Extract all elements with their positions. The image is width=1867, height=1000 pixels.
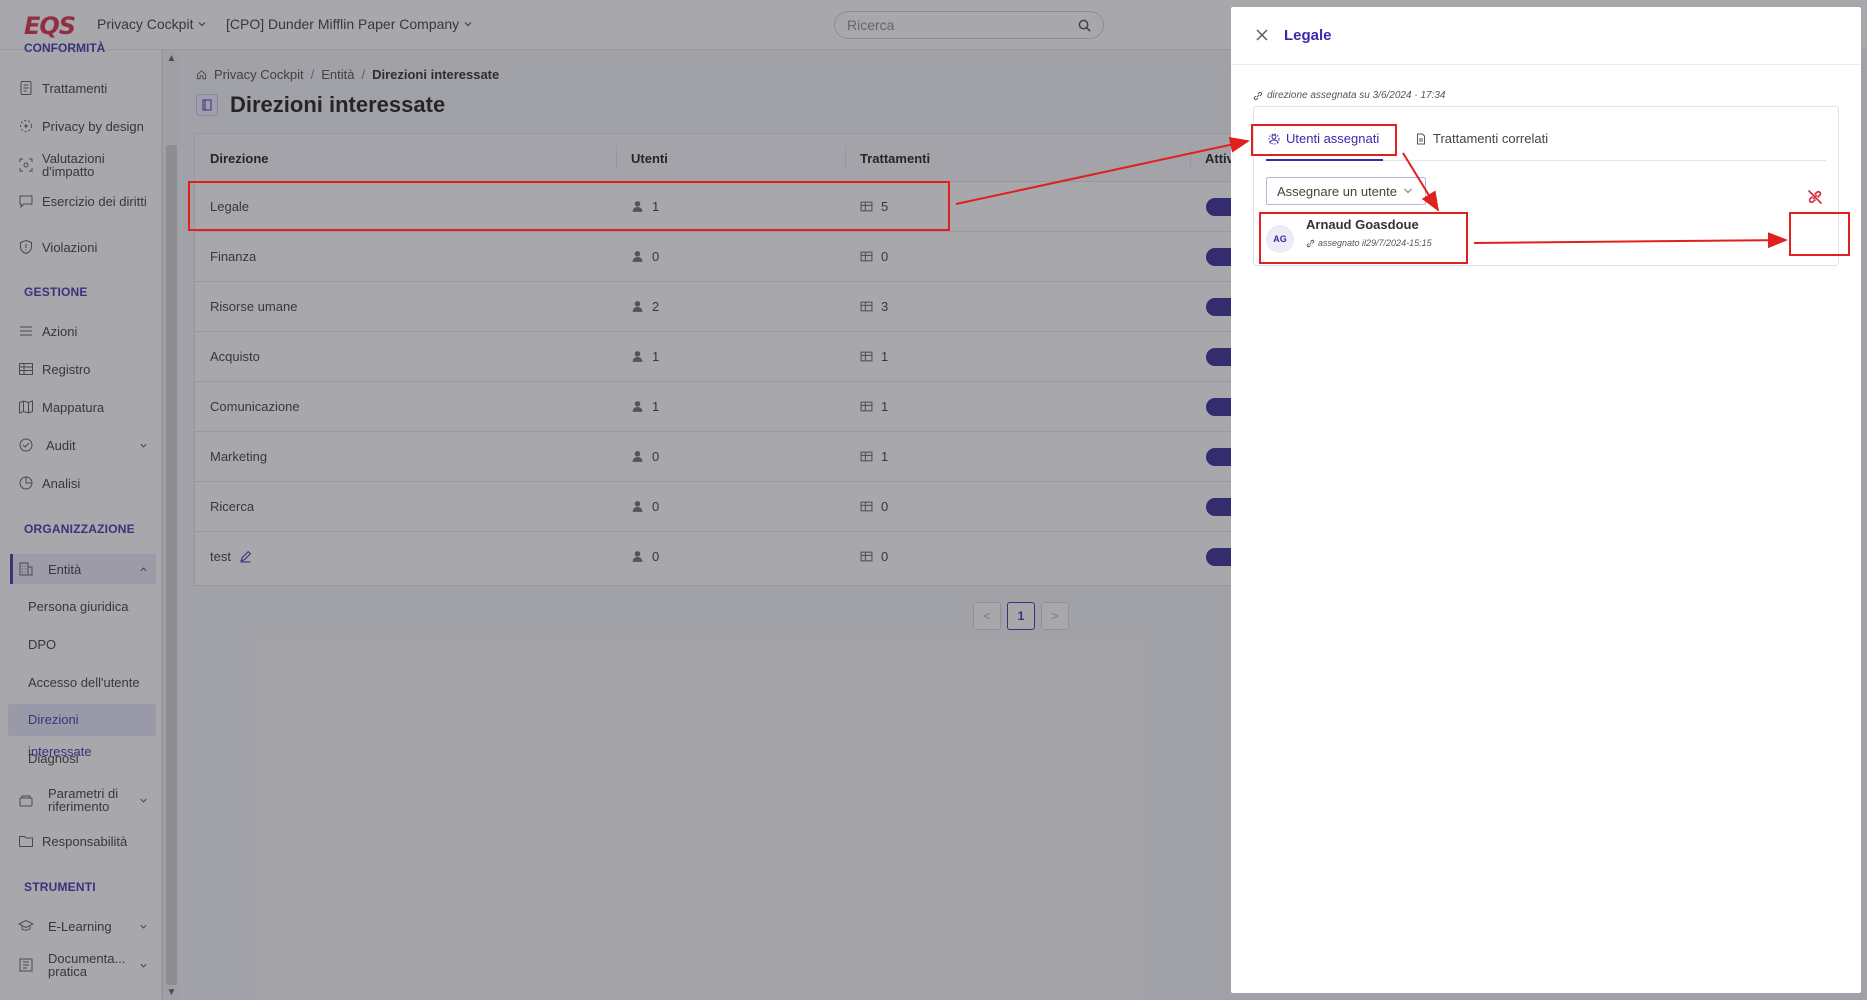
tab-label: Trattamenti correlati — [1433, 131, 1549, 146]
annotation-box-user — [1259, 212, 1468, 264]
annotation-box-tab — [1251, 124, 1397, 156]
drawer-title: Legale — [1284, 27, 1332, 44]
unlink-icon[interactable] — [1807, 189, 1823, 205]
active-tab-indicator — [1266, 159, 1383, 161]
close-icon[interactable] — [1255, 28, 1269, 42]
annotation-box-legale-row — [188, 181, 950, 231]
tab-trattamenti-correlati[interactable]: Trattamenti correlati — [1415, 131, 1548, 146]
link-icon — [1253, 91, 1263, 100]
drawer-meta-text: direzione assegnata su 3/6/2024 · 17:34 — [1267, 90, 1446, 101]
document-icon — [1417, 133, 1425, 144]
annotation-box-unlink — [1789, 212, 1850, 256]
drawer-header: Legale — [1231, 7, 1861, 65]
assign-user-dropdown[interactable]: Assegnare un utente — [1266, 177, 1426, 205]
chevron-down-icon — [1404, 188, 1412, 194]
drawer-assignment-meta: direzione assegnata su 3/6/2024 · 17:34 — [1253, 90, 1445, 101]
assign-user-label: Assegnare un utente — [1277, 183, 1397, 199]
